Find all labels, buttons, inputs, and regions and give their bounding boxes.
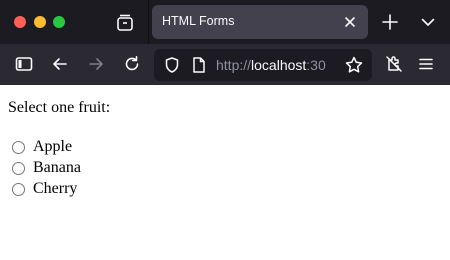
back-arrow-icon[interactable] [50,54,70,74]
close-icon[interactable] [342,14,358,30]
tab-bar: HTML Forms [0,0,450,44]
shield-icon[interactable] [163,56,181,74]
extensions-icon[interactable] [384,54,404,74]
option-banana[interactable]: Banana [12,159,81,177]
tab-list-icon[interactable] [113,11,137,35]
option-label: Banana [33,159,81,176]
url-text[interactable]: http://localhost:30 [216,57,326,73]
url-scheme: http:// [216,57,252,73]
window-close-button[interactable] [14,16,26,28]
tab-title: HTML Forms [162,14,235,28]
question-label: Select one fruit: [8,99,111,116]
chevron-down-icon[interactable] [420,14,436,30]
url-bar[interactable]: http://localhost:30 [154,49,372,81]
radio-apple[interactable] [12,140,25,154]
tab-separator [148,0,149,44]
page-icon[interactable] [191,56,207,74]
tab-html-forms[interactable]: HTML Forms [152,5,368,39]
window-maximize-button[interactable] [53,16,65,28]
navigation-toolbar: http://localhost:30 [0,44,450,85]
page-content: Select one fruit: Apple Banana Cherry [0,85,450,260]
forward-arrow-icon[interactable] [86,54,106,74]
option-apple[interactable]: Apple [12,138,72,156]
radio-cherry[interactable] [12,182,25,196]
plus-icon[interactable] [380,12,400,32]
star-icon[interactable] [344,55,364,75]
url-port: :30 [306,57,326,73]
option-label: Apple [33,138,73,155]
window-minimize-button[interactable] [34,16,46,28]
radio-banana[interactable] [12,161,25,175]
browser-chrome: HTML Forms http://localhost:30 [0,0,450,85]
menu-icon[interactable] [416,54,436,74]
option-label: Cherry [33,180,78,197]
option-cherry[interactable]: Cherry [12,180,77,198]
reload-icon[interactable] [122,54,142,74]
url-host: localhost [251,57,307,73]
sidebar-icon[interactable] [14,54,34,74]
